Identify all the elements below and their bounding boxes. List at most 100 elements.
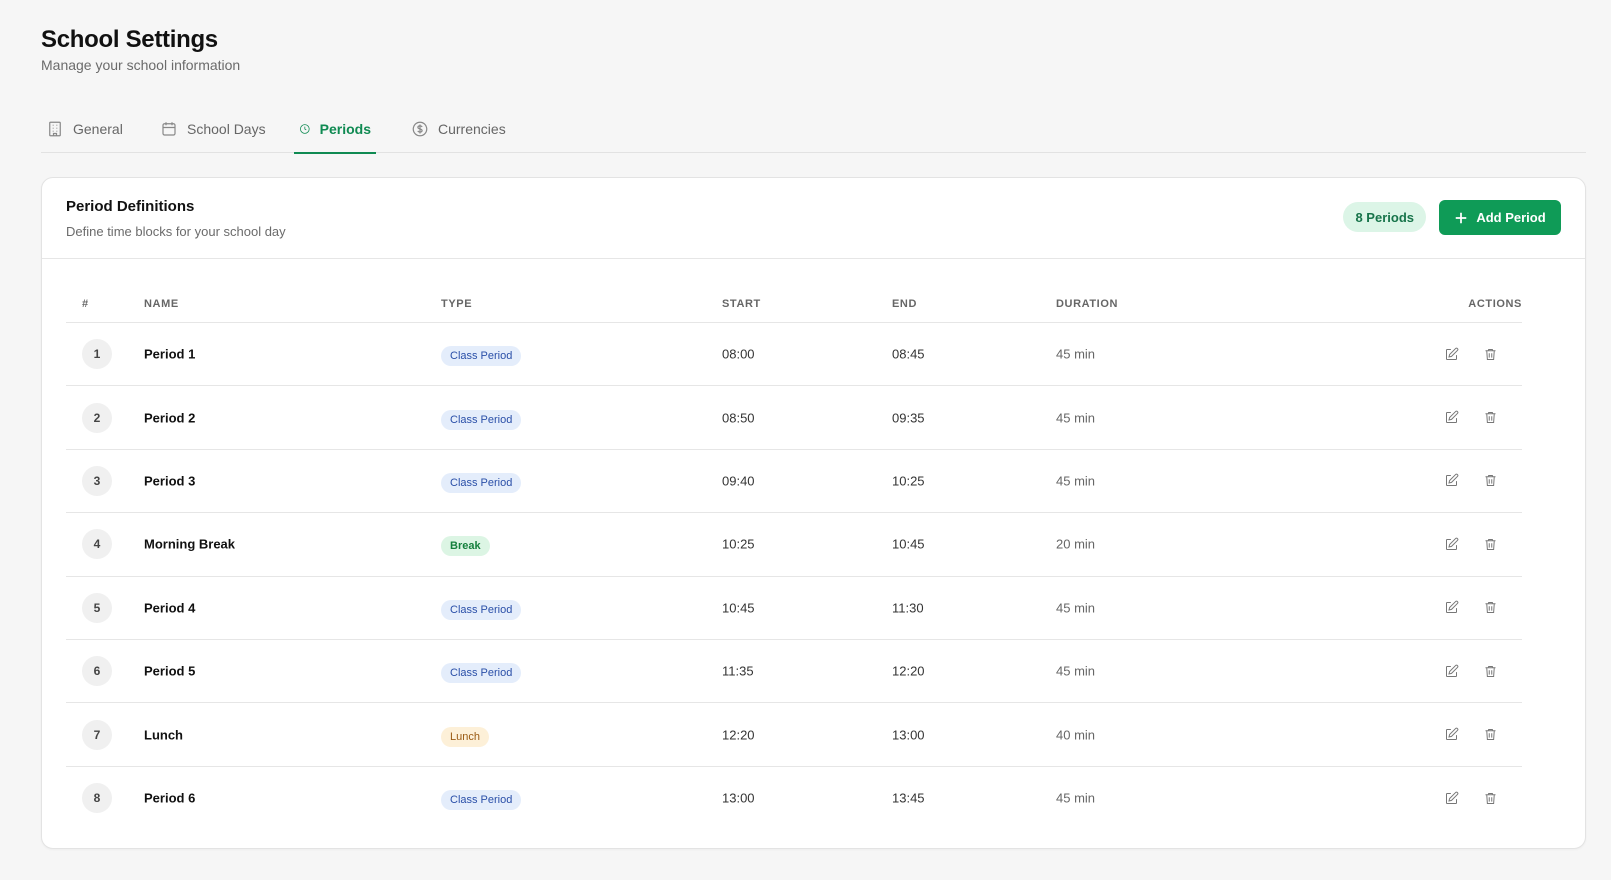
period-name: Period 6	[144, 790, 196, 806]
period-end-time: 13:00	[892, 727, 925, 743]
trash-icon	[1485, 412, 1495, 424]
delete-button[interactable]	[1481, 345, 1499, 363]
trash-icon	[1485, 729, 1495, 741]
edit-icon	[1445, 664, 1458, 677]
period-definitions-card: Period Definitions Define time blocks fo…	[41, 177, 1586, 849]
plus-icon	[1456, 212, 1467, 223]
tab-periods[interactable]: Periods	[294, 104, 376, 154]
period-start-time: 10:25	[722, 536, 755, 552]
table-body: 1 Period 1 Class Period 08:00 08:45 45 m…	[66, 323, 1522, 830]
tab-currencies[interactable]: Currencies	[406, 104, 511, 153]
period-name: Lunch	[144, 727, 183, 743]
edit-icon	[1445, 791, 1458, 804]
edit-button[interactable]	[1442, 535, 1460, 553]
delete-button[interactable]	[1481, 535, 1499, 553]
table-row: 5 Period 4 Class Period 10:45 11:30 45 m…	[66, 577, 1522, 640]
period-end-time: 10:25	[892, 473, 925, 489]
period-name: Period 4	[144, 600, 196, 616]
column-header-type: TYPE	[441, 298, 473, 310]
edit-icon	[1445, 727, 1458, 741]
tab-label: Currencies	[438, 120, 506, 137]
table-row: 6 Period 5 Class Period 11:35 12:20 45 m…	[66, 640, 1522, 704]
period-number: 1	[82, 339, 112, 370]
edit-icon	[1445, 347, 1458, 360]
edit-icon	[1445, 537, 1458, 550]
edit-icon	[1445, 410, 1458, 424]
edit-button[interactable]	[1442, 345, 1460, 363]
period-end-time: 09:35	[892, 410, 925, 426]
edit-button[interactable]	[1442, 409, 1460, 427]
period-end-time: 11:30	[892, 600, 924, 616]
delete-button[interactable]	[1481, 472, 1499, 490]
period-type-badge: Class Period	[441, 346, 522, 367]
delete-button[interactable]	[1481, 409, 1499, 427]
period-name: Period 1	[144, 346, 196, 362]
period-number: 6	[82, 656, 112, 687]
edit-icon	[1445, 474, 1458, 487]
trash-icon	[1485, 665, 1495, 677]
period-duration: 20 min	[1056, 536, 1096, 552]
period-type-badge: Lunch	[441, 726, 489, 747]
period-number: 2	[82, 402, 112, 433]
column-header-duration: DURATION	[1056, 298, 1119, 310]
edit-button[interactable]	[1442, 662, 1460, 680]
period-end-time: 12:20	[892, 663, 925, 679]
page-subtitle: Manage your school information	[41, 57, 241, 73]
table-row: 8 Period 6 Class Period 13:00 13:45 45 m…	[66, 767, 1522, 830]
edit-icon	[1445, 600, 1458, 614]
period-name: Period 3	[144, 473, 196, 489]
period-start-time: 08:50	[722, 410, 755, 426]
edit-button[interactable]	[1442, 789, 1460, 807]
period-duration: 40 min	[1056, 727, 1096, 743]
period-name: Period 5	[144, 663, 196, 679]
period-duration: 45 min	[1056, 600, 1096, 616]
edit-button[interactable]	[1442, 599, 1460, 617]
column-header-number: #	[82, 298, 89, 310]
table-row: 2 Period 2 Class Period 08:50 09:35 45 m…	[66, 386, 1522, 450]
period-count-badge: 8 Periods	[1343, 202, 1426, 232]
edit-button[interactable]	[1442, 472, 1460, 490]
column-header-end: END	[892, 298, 918, 310]
dollar-circle-icon	[412, 121, 428, 136]
edit-button[interactable]	[1442, 726, 1460, 744]
trash-icon	[1485, 475, 1495, 487]
period-type-badge: Class Period	[441, 599, 522, 620]
tab-label: Periods	[319, 120, 371, 137]
period-start-time: 10:45	[722, 600, 755, 616]
building-icon	[49, 121, 61, 136]
period-number: 5	[82, 592, 112, 623]
trash-icon	[1485, 348, 1495, 360]
card-title: Period Definitions	[66, 198, 195, 215]
column-header-start: START	[722, 298, 761, 310]
tab-school-days[interactable]: School Days	[155, 104, 271, 153]
period-name: Morning Break	[144, 536, 236, 552]
calendar-icon	[162, 121, 176, 136]
card-header: Period Definitions Define time blocks fo…	[42, 178, 1585, 259]
delete-button[interactable]	[1481, 599, 1499, 617]
period-type-badge: Class Period	[441, 409, 522, 430]
period-start-time: 13:00	[722, 790, 755, 806]
period-number: 3	[82, 465, 112, 496]
clock-icon	[300, 123, 310, 134]
delete-button[interactable]	[1481, 789, 1499, 807]
settings-tabs: General School Days Periods Currencies	[41, 104, 1586, 154]
period-duration: 45 min	[1056, 346, 1096, 362]
table-row: 1 Period 1 Class Period 08:00 08:45 45 m…	[66, 323, 1522, 387]
add-period-button[interactable]: Add Period	[1439, 200, 1561, 235]
trash-icon	[1485, 602, 1495, 614]
period-type-badge: Class Period	[441, 790, 522, 811]
delete-button[interactable]	[1481, 726, 1499, 744]
period-end-time: 08:45	[892, 346, 925, 362]
table-row: 4 Morning Break Break 10:25 10:45 20 min	[66, 513, 1522, 577]
period-duration: 45 min	[1056, 410, 1096, 426]
period-number: 7	[82, 719, 112, 750]
tab-general[interactable]: General	[41, 104, 128, 153]
period-number: 4	[82, 529, 112, 560]
tab-label: School Days	[187, 120, 266, 137]
period-start-time: 12:20	[722, 727, 755, 743]
trash-icon	[1485, 792, 1495, 804]
add-period-label: Add Period	[1476, 210, 1546, 225]
delete-button[interactable]	[1481, 662, 1499, 680]
period-type-badge: Break	[441, 536, 490, 557]
period-duration: 45 min	[1056, 790, 1096, 806]
